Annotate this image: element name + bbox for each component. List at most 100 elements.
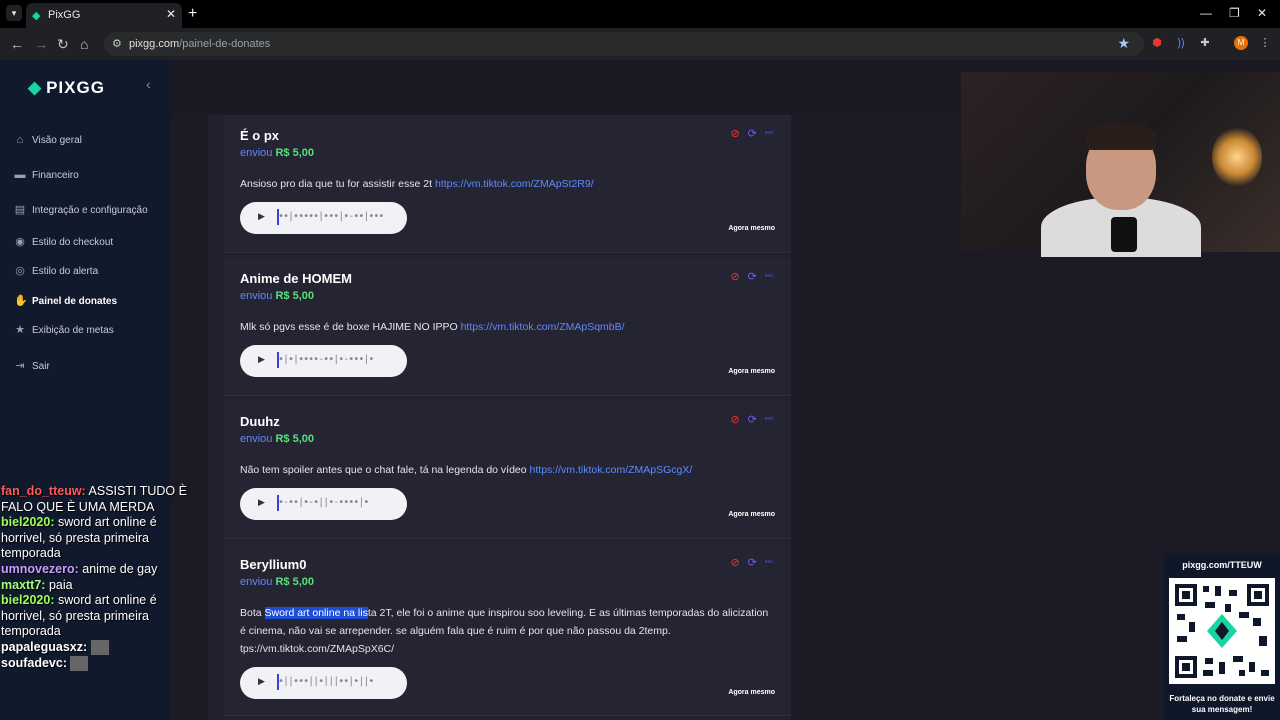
replay-icon[interactable]: ⟳ <box>748 270 757 283</box>
home-browser-icon[interactable]: ⌂ <box>80 36 88 52</box>
close-window-icon[interactable]: ✕ <box>1257 6 1267 20</box>
sidebar-item-estilo-checkout[interactable]: ◉ Estilo do checkout <box>14 236 113 248</box>
audio-player[interactable]: ▶ •-••|•-•||•-••••|• <box>240 488 407 520</box>
card-actions: ⊘ ⟳ ⏭ <box>730 556 773 569</box>
chat-emote <box>90 640 109 656</box>
tab-title: PixGG <box>48 9 81 21</box>
qr-overlay: pixgg.com/TTEUW Fortaleça no donate e en… <box>1164 553 1280 720</box>
sidebar-item-painel-donates[interactable]: ✋ Painel de donates <box>14 295 117 307</box>
audio-player[interactable]: ▶ •|•|••••-••|•-•••|• <box>240 345 407 377</box>
pixgg-logo[interactable]: ◆ PIXGG <box>28 78 105 98</box>
donor-name: Duuhz <box>240 414 280 429</box>
donation-amount: enviou R$ 5,00 <box>240 290 315 302</box>
settings-icon: ▤ <box>14 204 26 216</box>
donor-name: Beryllium0 <box>240 557 307 572</box>
donation-message: Ansioso pro dia que tu for assistir esse… <box>240 178 594 190</box>
donor-name: Anime de HOMEM <box>240 271 352 286</box>
waveform[interactable]: •-••|•-•||•-••••|• <box>276 495 369 511</box>
replay-icon[interactable]: ⟳ <box>748 556 757 569</box>
chat-message: soufadevc: <box>0 656 190 672</box>
play-icon[interactable]: ▶ <box>258 676 265 687</box>
replay-icon[interactable]: ⟳ <box>748 413 757 426</box>
skip-icon[interactable]: ⏭ <box>765 127 773 140</box>
play-icon[interactable]: ▶ <box>258 497 265 508</box>
sidebar-item-estilo-alerta[interactable]: ◎ Estilo do alerta <box>14 265 98 277</box>
site-info-icon[interactable]: ⚙ <box>112 37 122 50</box>
streamer-hair <box>1086 124 1156 150</box>
browser-tab[interactable]: ◆ PixGG ✕ <box>26 3 182 28</box>
waveform[interactable]: ••|•••••|•••|•-••|••• <box>276 209 384 225</box>
waveform[interactable]: •|•|••••-••|•-•••|• <box>276 352 374 368</box>
card-actions: ⊘ ⟳ ⏭ <box>730 413 773 426</box>
url-text: pixgg.com/painel-de-donates <box>129 38 271 50</box>
tab-close-button[interactable]: ✕ <box>166 7 176 21</box>
donation-card: Duuhz enviou R$ 5,00 ⊘ ⟳ ⏭ Não tem spoil… <box>224 401 791 539</box>
donation-time: Agora mesmo <box>728 689 775 696</box>
bookmark-star-icon[interactable]: ★ <box>1117 35 1130 52</box>
sidebar-item-exibicao-metas[interactable]: ★ Exibição de metas <box>14 324 114 336</box>
browser-tab-bar: ▾ ◆ PixGG ✕ + — ❐ ✕ <box>0 0 1280 28</box>
qr-title: pixgg.com/TTEUW <box>1182 560 1262 570</box>
message-link[interactable]: https://vm.tiktok.com/ZMApSqmbB/ <box>461 321 625 333</box>
block-icon[interactable]: ⊘ <box>730 413 739 426</box>
donation-time: Agora mesmo <box>728 225 775 232</box>
wallet-icon: ▬ <box>14 169 26 181</box>
message-link[interactable]: https://vm.tiktok.com/ZMApSt2R9/ <box>435 178 594 190</box>
donation-message: Não tem spoiler antes que o chat fale, t… <box>240 464 693 476</box>
audio-player[interactable]: ▶ ••|•••••|•••|•-••|••• <box>240 202 407 234</box>
replay-icon[interactable]: ⟳ <box>748 127 757 140</box>
donation-card: Beryllium0 enviou R$ 5,00 ⊘ ⟳ ⏭ Bota Swo… <box>224 544 791 716</box>
collapse-sidebar-icon[interactable]: ‹ <box>146 76 151 92</box>
donation-card: É o px enviou R$ 5,00 ⊘ ⟳ ⏭ Ansioso pro … <box>224 115 791 253</box>
browser-menu-icon[interactable]: ⋮ <box>1258 36 1272 50</box>
sidebar-item-integracao[interactable]: ▤ Integração e configuração <box>14 204 148 216</box>
message-link-line[interactable]: tps://vm.tiktok.com/ZMApSpX6C/ <box>240 643 394 655</box>
home-icon: ⌂ <box>16 134 24 146</box>
play-icon[interactable]: ▶ <box>258 211 265 222</box>
stream-chat-overlay: fan_do_tteuw: ASSISTI TUDO È FALO QUE È … <box>0 484 190 720</box>
audio-player[interactable]: ▶ •||•••||•|||••|•||• <box>240 667 407 699</box>
restore-icon[interactable]: ❐ <box>1229 6 1240 20</box>
block-icon[interactable]: ⊘ <box>730 127 739 140</box>
skip-icon[interactable]: ⏭ <box>765 413 773 426</box>
pixgg-logo-icon: ◆ <box>28 78 43 97</box>
address-bar-row: ← → ↻ ⌂ ⚙ pixgg.com/painel-de-donates ★ … <box>0 28 1280 60</box>
tab-search-button[interactable]: ▾ <box>6 5 22 21</box>
waveform[interactable]: •||•••||•|||••|•||• <box>276 674 374 690</box>
qr-caption: Fortaleça no donate e envie sua mensagem… <box>1169 694 1275 714</box>
chat-message: fan_do_tteuw: ASSISTI TUDO È FALO QUE È … <box>1 484 187 514</box>
block-icon[interactable]: ⊘ <box>730 556 739 569</box>
minimize-icon[interactable]: — <box>1200 6 1212 20</box>
pixgg-favicon-icon: ◆ <box>32 10 41 22</box>
new-tab-button[interactable]: + <box>188 5 197 23</box>
chat-emote <box>70 655 89 671</box>
chat-message: umnovezero: anime de gay <box>1 561 158 576</box>
skip-icon[interactable]: ⏭ <box>765 270 773 283</box>
microphone <box>1111 217 1137 252</box>
sidebar-item-sair[interactable]: ⇥ Sair <box>14 360 49 372</box>
block-icon[interactable]: ⊘ <box>730 270 739 283</box>
qr-code <box>1169 578 1275 684</box>
donation-time: Agora mesmo <box>728 368 775 375</box>
chat-message: biel2020: sword art online é horrivel, s… <box>1 593 157 639</box>
donation-time: Agora mesmo <box>728 511 775 518</box>
extension-cast-icon[interactable]: )) <box>1174 36 1188 50</box>
extension-shield-icon[interactable]: ⬢ <box>1150 36 1164 50</box>
hand-icon: ✋ <box>14 295 28 307</box>
star-icon: ★ <box>15 324 25 336</box>
omnibox[interactable]: ⚙ pixgg.com/painel-de-donates ★ <box>104 32 1144 56</box>
forward-icon[interactable]: → <box>34 36 48 52</box>
sidebar-item-visao-geral[interactable]: ⌂ Visão geral <box>14 134 82 146</box>
back-icon[interactable]: ← <box>10 36 24 52</box>
reload-icon[interactable]: ↻ <box>57 36 69 53</box>
lamp-light <box>1212 127 1262 187</box>
palette-icon: ◎ <box>15 265 25 277</box>
donation-message: Bota Sword art online na lista 2T, ele f… <box>240 607 769 655</box>
message-link[interactable]: https://vm.tiktok.com/ZMApSGcgX/ <box>530 464 693 476</box>
donation-card: Anime de HOMEM enviou R$ 5,00 ⊘ ⟳ ⏭ Mlk … <box>224 258 791 396</box>
play-icon[interactable]: ▶ <box>258 354 265 365</box>
extensions-puzzle-icon[interactable]: ✚ <box>1198 36 1212 50</box>
sidebar-item-financeiro[interactable]: ▬ Financeiro <box>14 169 79 181</box>
profile-avatar[interactable]: M <box>1234 36 1248 50</box>
skip-icon[interactable]: ⏭ <box>765 556 773 569</box>
